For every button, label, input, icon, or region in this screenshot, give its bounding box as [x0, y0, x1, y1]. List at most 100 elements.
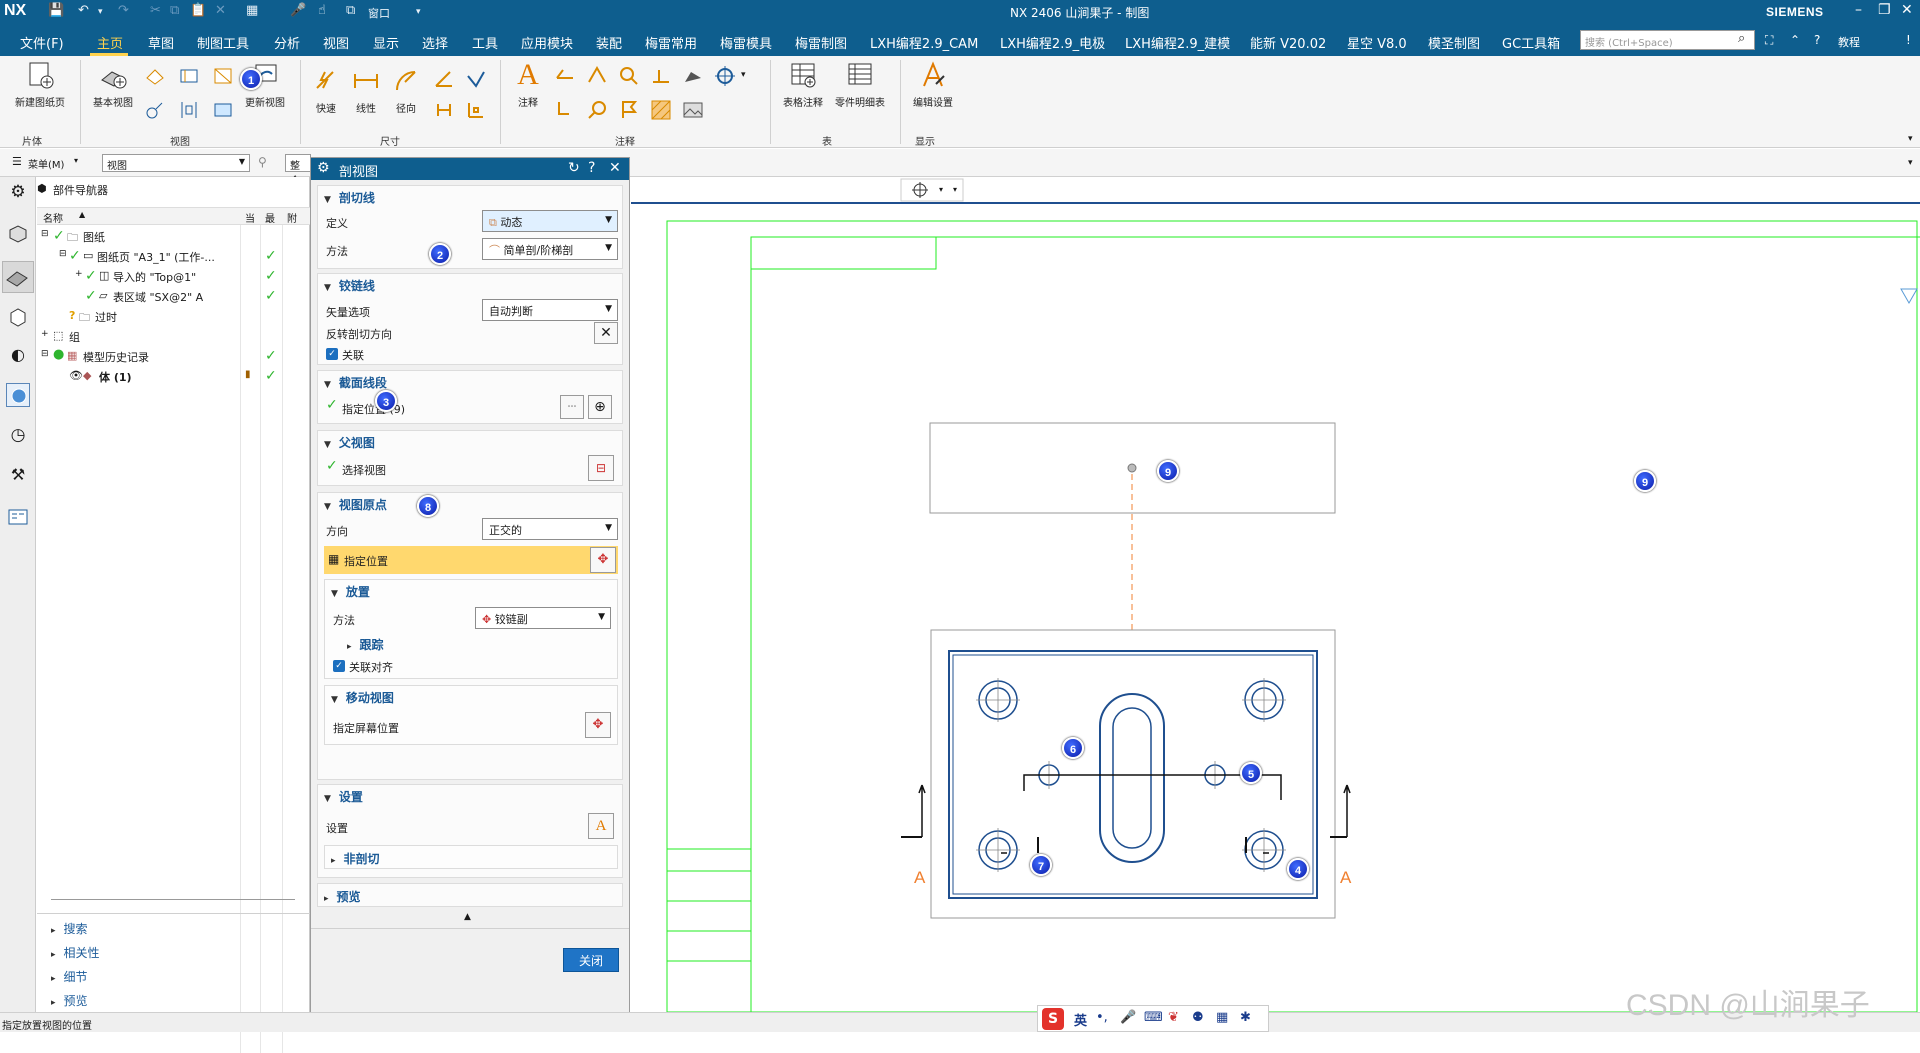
preview-header[interactable]: ▸ 预览	[324, 888, 361, 905]
screen-position-button[interactable]: ✥	[585, 712, 611, 738]
tab-display[interactable]: 显示	[373, 33, 399, 52]
tab-view[interactable]: 视图	[323, 33, 349, 52]
associative-checkbox[interactable]: ✓	[326, 348, 338, 360]
specify-location-row[interactable]: ▦ 指定位置 ✥	[324, 546, 618, 574]
column-latest[interactable]: 最	[265, 210, 275, 225]
save-icon[interactable]: 💾	[48, 3, 64, 18]
tab-lxh-modeling[interactable]: LXH编程2.9_建模	[1125, 33, 1230, 52]
tab-drafting-tools[interactable]: 制图工具	[197, 33, 249, 52]
thickness-dimension-icon[interactable]	[432, 98, 456, 122]
parent-view-boundary[interactable]	[930, 629, 1336, 919]
close-button[interactable]: 关闭	[563, 948, 619, 972]
specify-location-button[interactable]: ✥	[590, 547, 616, 573]
checkbox-checked-icon[interactable]: ✓	[85, 288, 97, 304]
tab-mosheng-drafting[interactable]: 模圣制图	[1428, 33, 1480, 52]
part-navigator-icon[interactable]	[2, 261, 34, 293]
sogou-logo-icon[interactable]: S	[1042, 1008, 1064, 1030]
dialog-titlebar[interactable]: ⚙ 剖视图 ↻ ? ✕	[311, 158, 629, 180]
tree-row-imported-view[interactable]: + ✓ ◫ 导入的 "Top@1" ✓	[37, 266, 310, 286]
keyboard-icon[interactable]: ⌨	[1144, 1010, 1163, 1025]
leader-icon[interactable]	[553, 98, 577, 122]
column-current[interactable]: 当	[245, 210, 255, 225]
redo-icon[interactable]: ↷	[118, 3, 129, 18]
tree-row-outdated[interactable]: ? 🗀 过时	[37, 306, 310, 326]
fit-icon[interactable]: ⛶	[1765, 33, 1773, 48]
undo-icon[interactable]: ↶	[78, 3, 89, 18]
chamfer-dimension-icon[interactable]	[464, 66, 488, 90]
tab-gc-toolbox[interactable]: GC工具箱	[1502, 33, 1560, 52]
weld-symbol-icon[interactable]	[649, 64, 673, 88]
view-origin-header[interactable]: ▼ 视图原点	[324, 496, 387, 513]
alert-icon[interactable]: !	[1906, 33, 1911, 47]
tab-meilei-drafting[interactable]: 梅雷制图	[795, 33, 847, 52]
select-view-button[interactable]: ⊟	[588, 455, 614, 481]
hinge-line-header[interactable]: ▼ 铰链线	[324, 277, 375, 294]
window-menu[interactable]: 窗口	[368, 5, 390, 21]
define-combo[interactable]: ⧉ 动态 ▼	[482, 210, 618, 232]
sort-up-icon[interactable]: ▲	[79, 210, 85, 219]
new-sheet-button[interactable]: 新建图纸页	[10, 60, 70, 109]
collapse-dialog-icon[interactable]: ▲	[464, 912, 471, 922]
tab-analysis[interactable]: 分析	[274, 33, 300, 52]
column-name[interactable]: 名称	[43, 210, 63, 225]
touch-mode-icon[interactable]: ☝	[318, 3, 326, 18]
parts-list-button[interactable]: 零件明细表	[832, 60, 888, 109]
select-view-label[interactable]: 选择视图	[342, 462, 386, 478]
settings-button[interactable]: A	[588, 813, 614, 839]
reverse-direction-button[interactable]: ✕	[594, 322, 618, 344]
toolbar-options-icon[interactable]: ▾	[1908, 158, 1913, 168]
type-filter-combo[interactable]: 视图 ▼	[102, 154, 250, 172]
tree-row-table-region[interactable]: ✓ ▱ 表区域 "SX@2" A ✓	[37, 286, 310, 306]
tree-row-drawing[interactable]: ⊟ ✓ 🗀 图纸	[37, 226, 310, 246]
align-checkbox[interactable]: ✓	[333, 660, 345, 672]
scope-combo[interactable]: 整个	[285, 154, 311, 187]
tab-assembly[interactable]: 装配	[596, 33, 622, 52]
surface-finish-icon[interactable]	[681, 64, 705, 88]
view-origin-point[interactable]	[1127, 463, 1137, 473]
linear-dimension-button[interactable]: 线性	[348, 66, 384, 115]
center-mark-dropdown-icon[interactable]: ▾	[741, 70, 746, 80]
datum-feature-icon[interactable]	[585, 64, 609, 88]
non-section-subgroup[interactable]: ▸ 非剖切	[324, 845, 618, 869]
hatch-icon[interactable]	[649, 98, 673, 122]
direction-combo[interactable]: 正交的 ▼	[482, 518, 618, 540]
placement-method-combo[interactable]: ✥ 铰链副 ▼	[475, 607, 611, 629]
panel-preview[interactable]: ▸ 预览	[51, 992, 88, 1009]
punctuation-icon[interactable]: •,	[1096, 1010, 1108, 1025]
column-attached[interactable]: 附	[287, 210, 297, 225]
broken-view-icon[interactable]	[143, 98, 167, 122]
window-switch-icon[interactable]: ⧉	[346, 3, 355, 18]
voice-input-icon[interactable]: 🎤	[1120, 1010, 1136, 1025]
toolbox-icon[interactable]: ▦	[1216, 1010, 1228, 1025]
checkbox-checked-icon[interactable]: ✓	[53, 228, 65, 244]
tab-xingkong[interactable]: 星空 V8.0	[1347, 33, 1407, 52]
section-view-icon[interactable]	[177, 64, 201, 88]
checkbox-checked-icon[interactable]: ✓	[85, 268, 97, 284]
tab-meilei-common[interactable]: 梅雷常用	[645, 33, 697, 52]
section-line-header[interactable]: ▼ 剖切线	[324, 189, 375, 206]
segments-header[interactable]: ▼ 截面线段	[324, 374, 387, 391]
expand-icon[interactable]: +	[75, 269, 83, 279]
image-icon[interactable]	[681, 98, 705, 122]
paste-icon[interactable]: 📋	[190, 3, 206, 18]
feature-control-frame-icon[interactable]	[553, 64, 577, 88]
move-view-header[interactable]: ▼ 移动视图	[331, 689, 394, 706]
tab-selection[interactable]: 选择	[422, 33, 448, 52]
settings-gear-icon[interactable]: ⚙	[6, 182, 30, 206]
visibility-eye-icon[interactable]: 👁	[69, 369, 83, 382]
settings-header[interactable]: ▼ 设置	[324, 788, 363, 805]
collapse-icon[interactable]: ⊟	[41, 349, 49, 359]
checkbox-checked-icon[interactable]: ✓	[69, 248, 81, 264]
radial-dimension-button[interactable]: 径向	[388, 66, 424, 115]
undo-dropdown-icon[interactable]: ▾	[98, 7, 103, 17]
tab-tools[interactable]: 工具	[472, 33, 498, 52]
tree-row-model-history[interactable]: ⊟ ● ▦ 模型历史记录 ✓	[37, 346, 310, 366]
half-section-icon[interactable]	[177, 98, 201, 122]
chevron-down-icon[interactable]: ▾	[953, 185, 957, 194]
web-browser-icon[interactable]: ◐	[6, 345, 30, 369]
panel-dependencies[interactable]: ▸ 相关性	[51, 944, 100, 961]
table-note-button[interactable]: 表格注释	[778, 60, 828, 109]
tree-row-group[interactable]: + ⬚ 组	[37, 326, 310, 346]
tab-nengxin[interactable]: 能新 V20.02	[1250, 33, 1326, 52]
collapse-ribbon-icon[interactable]: ⌃	[1790, 33, 1800, 47]
